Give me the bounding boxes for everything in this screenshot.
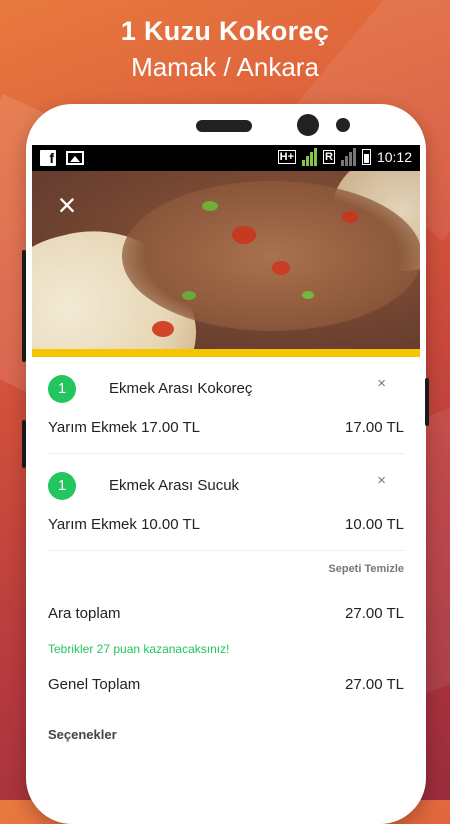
promo-subtitle: Mamak / Ankara [131,52,319,82]
remove-item-button[interactable]: × [377,375,386,392]
cart-item: 1 Ekmek Arası Kokoreç × Yarım Ekmek 17.0… [48,371,404,454]
item-name: Ekmek Arası Kokoreç [109,380,253,397]
total-value: 27.00 TL [345,676,404,693]
item-name: Ekmek Arası Sucuk [109,477,240,494]
item-option: Yarım Ekmek 17.00 TL [48,418,201,436]
remove-item-button[interactable]: × [377,472,386,489]
options-section-title: Seçenekler [48,727,117,742]
divider [48,550,404,551]
signal-strength-icon [302,148,317,166]
clear-cart-link[interactable]: Sepeti Temizle [48,563,404,577]
phone-camera [297,114,319,136]
accent-bar [32,349,420,357]
phone-side-button [22,420,26,468]
promo-title: 1 Kuzu Kokoreç [120,16,330,46]
food-filling-shape [122,181,420,331]
subtotal-row: Ara toplam 27.00 TL [48,605,404,622]
facebook-icon: f [40,150,56,166]
item-option: Yarım Ekmek 10.00 TL [48,515,201,533]
total-label: Genel Toplam [48,676,141,693]
pepper-shape [182,291,196,300]
total-row: Genel Toplam 27.00 TL [48,676,404,693]
status-time: 10:12 [376,149,412,165]
divider [48,453,404,454]
phone-sensor [336,118,350,132]
item-price: 10.00 TL [345,515,404,533]
pepper-shape [202,201,218,211]
pepper-shape [302,291,314,299]
tomato-shape [272,261,290,275]
phone-side-button [22,250,26,362]
phone-speaker [196,120,252,132]
app-screen: f H+ R 10:12 × 1 Ekmek Arası Kokoreç × Y… [32,145,420,800]
quantity-badge: 1 [48,472,76,500]
cart-item: 1 Ekmek Arası Sucuk × Yarım Ekmek 10.00 … [48,468,404,551]
cart-content: 1 Ekmek Arası Kokoreç × Yarım Ekmek 17.0… [32,371,420,742]
tomato-shape [152,321,174,337]
tomato-shape [342,211,358,223]
subtotal-value: 27.00 TL [345,605,404,622]
subtotal-label: Ara toplam [48,605,121,622]
item-price: 17.00 TL [345,418,404,436]
tomato-shape [232,226,256,244]
close-icon[interactable]: × [54,189,80,221]
image-icon [66,151,84,165]
quantity-badge: 1 [48,375,76,403]
battery-icon [361,149,371,165]
status-bar: f H+ R 10:12 [32,145,420,171]
phone-side-button [425,378,429,426]
signal-strength-icon [340,148,356,166]
roaming-label: R [323,150,335,164]
hero-food-image: × [32,171,420,349]
points-message: Tebrikler 27 puan kazanacaksınız! [48,642,230,656]
network-type-label: H+ [277,150,296,164]
